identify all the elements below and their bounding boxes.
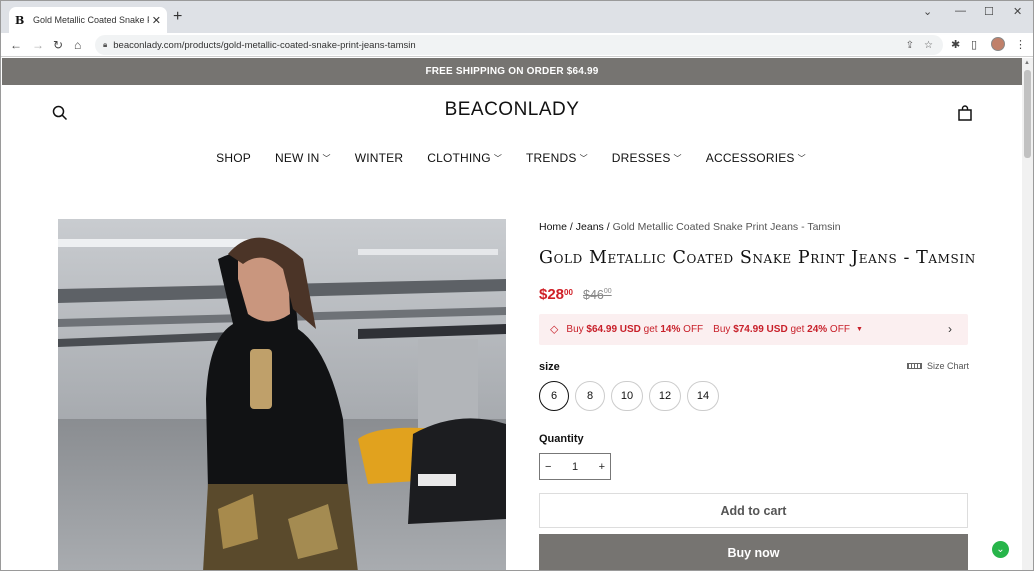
side-panel-icon[interactable]: ▯	[971, 38, 977, 51]
chevron-down-icon: ﹀	[322, 153, 331, 163]
close-window-icon[interactable]: ✕	[1013, 5, 1022, 18]
original-price: $4600	[583, 288, 612, 302]
profile-avatar[interactable]	[991, 37, 1005, 51]
chevron-down-icon: ﹀	[673, 153, 682, 163]
price-tag-icon: ⬦	[550, 322, 559, 336]
size-chart-link[interactable]: Size Chart	[907, 361, 969, 371]
quantity-input[interactable]: 1	[572, 461, 578, 473]
caret-down-icon[interactable]: ▼	[856, 326, 863, 333]
browser-tab[interactable]: B Gold Metallic Coated Snake Print ✕	[9, 7, 167, 33]
sale-price: $2800	[539, 286, 573, 303]
menu-item-winter[interactable]: WINTER	[355, 151, 404, 165]
increase-quantity-button[interactable]: +	[599, 461, 605, 473]
bookmark-star-icon[interactable]: ☆	[924, 40, 933, 51]
share-icon[interactable]: ⇪	[906, 40, 914, 51]
new-tab-icon[interactable]: +	[173, 9, 182, 25]
forward-icon[interactable]: →	[32, 38, 44, 52]
product-photo-drawing	[58, 219, 506, 570]
ruler-icon	[907, 363, 922, 369]
address-bar[interactable]: 🔒︎ beaconlady.com/products/gold-metallic…	[95, 35, 943, 55]
quantity-stepper: − 1 +	[539, 453, 611, 480]
buy-now-button[interactable]: Buy now	[539, 534, 968, 570]
breadcrumb-current: Gold Metallic Coated Snake Print Jeans -…	[612, 221, 841, 233]
home-icon[interactable]: ⌂	[74, 38, 81, 52]
scrollbar-thumb[interactable]	[1024, 70, 1031, 158]
menu-item-new-in[interactable]: NEW IN ﹀	[275, 151, 331, 165]
chevron-down-icon: ﹀	[797, 153, 806, 163]
chat-widget-icon[interactable]: ⌄	[992, 541, 1009, 558]
breadcrumb-home[interactable]: Home	[539, 221, 567, 233]
favicon: B	[15, 13, 25, 27]
breadcrumb: Home / Jeans / Gold Metallic Coated Snak…	[539, 221, 841, 233]
back-icon[interactable]: ←	[10, 38, 22, 52]
menu-item-clothing[interactable]: CLOTHING ﹀	[427, 151, 502, 165]
discount-tier-1: Buy $64.99 USD get 14% OFF	[566, 324, 704, 335]
scrollbar[interactable]: ▲	[1022, 58, 1033, 570]
extensions-icon[interactable]: ✱	[951, 38, 960, 51]
store-logo[interactable]: BEACONLADY	[381, 99, 643, 121]
chevron-down-icon: ﹀	[493, 153, 503, 163]
quantity-label: Quantity	[539, 433, 584, 445]
add-to-cart-button[interactable]: Add to cart	[539, 493, 968, 528]
discount-banner[interactable]: ⬦ Buy $64.99 USD get 14% OFF Buy $74.99 …	[539, 314, 968, 345]
main-menu: SHOP NEW IN ﹀ WINTER CLOTHING ﹀ TRENDS ﹀ DR…	[1, 151, 1021, 165]
minimize-icon[interactable]: —	[955, 5, 966, 17]
lock-icon: 🔒︎	[103, 40, 108, 49]
product-image[interactable]	[58, 219, 506, 570]
close-tab-icon[interactable]: ✕	[152, 14, 161, 27]
menu-item-dresses[interactable]: DRESSES ﹀	[612, 151, 682, 165]
size-option-6[interactable]: 6	[539, 381, 569, 411]
browser-menu-icon[interactable]: ⋮	[1015, 38, 1026, 51]
decrease-quantity-button[interactable]: −	[545, 461, 551, 473]
tab-title: Gold Metallic Coated Snake Print	[33, 15, 149, 25]
maximize-icon[interactable]: ☐	[984, 5, 994, 18]
menu-item-shop[interactable]: SHOP	[216, 151, 251, 165]
search-icon[interactable]	[52, 105, 68, 121]
product-title: Gold Metallic Coated Snake Print Jeans -…	[539, 248, 976, 268]
reload-icon[interactable]: ↻	[53, 38, 63, 52]
discount-tier-2: Buy $74.99 USD get 24% OFF	[713, 324, 850, 335]
chevron-down-icon: ﹀	[579, 153, 588, 163]
url-text: beaconlady.com/products/gold-metallic-co…	[113, 39, 416, 51]
breadcrumb-separator: /	[567, 221, 576, 233]
shipping-banner: FREE SHIPPING ON ORDER $64.99	[2, 58, 1022, 85]
tab-bar: B Gold Metallic Coated Snake Print ✕ + ⌄…	[1, 1, 1033, 33]
menu-item-trends[interactable]: TRENDS ﹀	[526, 151, 588, 165]
breadcrumb-jeans[interactable]: Jeans	[576, 221, 604, 233]
browser-window: B Gold Metallic Coated Snake Print ✕ + ⌄…	[0, 0, 1034, 571]
size-option-8[interactable]: 8	[575, 381, 605, 411]
size-label: size	[539, 361, 560, 373]
tab-search-icon[interactable]: ⌄	[923, 5, 932, 18]
size-option-12[interactable]: 12	[649, 381, 681, 411]
size-option-14[interactable]: 14	[687, 381, 719, 411]
chevron-right-icon[interactable]: ›	[948, 322, 952, 336]
cart-icon[interactable]	[957, 105, 973, 121]
browser-toolbar: ← → ↻ ⌂ 🔒︎ beaconlady.com/products/gold-…	[1, 33, 1033, 57]
size-option-10[interactable]: 10	[611, 381, 643, 411]
menu-item-accessories[interactable]: ACCESSORIES ﹀	[706, 151, 806, 165]
breadcrumb-separator: /	[603, 221, 613, 233]
size-options: 6 8 10 12 14	[539, 381, 725, 411]
